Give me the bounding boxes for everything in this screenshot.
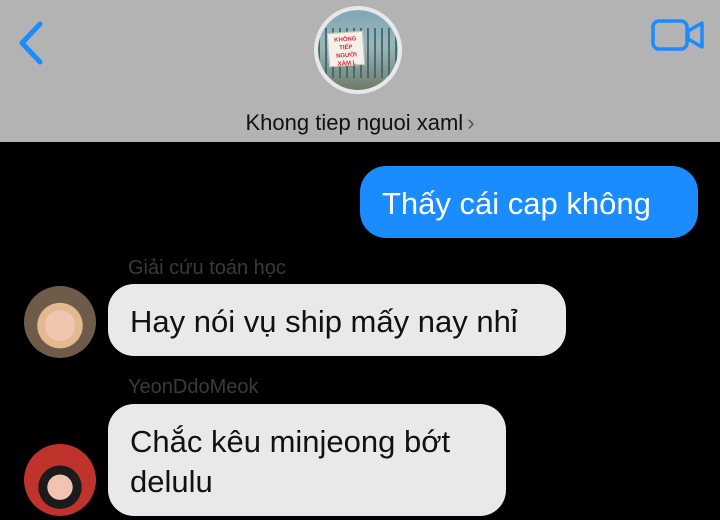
video-camera-icon xyxy=(651,19,704,51)
group-avatar[interactable]: KHÔNG TIẾP NGƯỜI XÀM L xyxy=(314,6,402,94)
message-text-line: delulu xyxy=(130,464,213,499)
video-call-button[interactable] xyxy=(650,18,706,52)
back-button[interactable] xyxy=(14,20,48,66)
chat-header: KHÔNG TIẾP NGƯỜI XÀM L Khong tiep nguoi … xyxy=(0,0,720,142)
incoming-message[interactable]: Hay nói vụ ship mấy nay nhỉ xyxy=(108,284,566,356)
sender-name: Giải cứu toán học xyxy=(128,257,286,279)
message-text-line: Chắc kêu minjeong bớt xyxy=(130,424,451,459)
avatar[interactable] xyxy=(24,286,96,358)
message-text: Hay nói vụ ship mấy nay nhỉ xyxy=(130,304,518,339)
incoming-message[interactable]: Chắc kêu minjeong bớt delulu xyxy=(108,404,506,516)
avatar[interactable] xyxy=(24,444,96,516)
group-avatar-sign: KHÔNG TIẾP NGƯỜI XÀM L xyxy=(326,30,366,68)
outgoing-message[interactable]: Thấy cái cap không xyxy=(360,166,698,238)
group-name-button[interactable]: Khong tiep nguoi xaml › xyxy=(0,110,720,136)
message-text: Thấy cái cap không xyxy=(382,186,651,221)
chevron-right-icon: › xyxy=(467,110,475,135)
sender-name: YeonDdoMeok xyxy=(128,376,259,398)
group-name: Khong tiep nguoi xaml xyxy=(245,110,464,135)
chevron-left-icon xyxy=(19,21,43,65)
group-avatar-photo: KHÔNG TIẾP NGƯỜI XÀM L xyxy=(318,10,398,90)
